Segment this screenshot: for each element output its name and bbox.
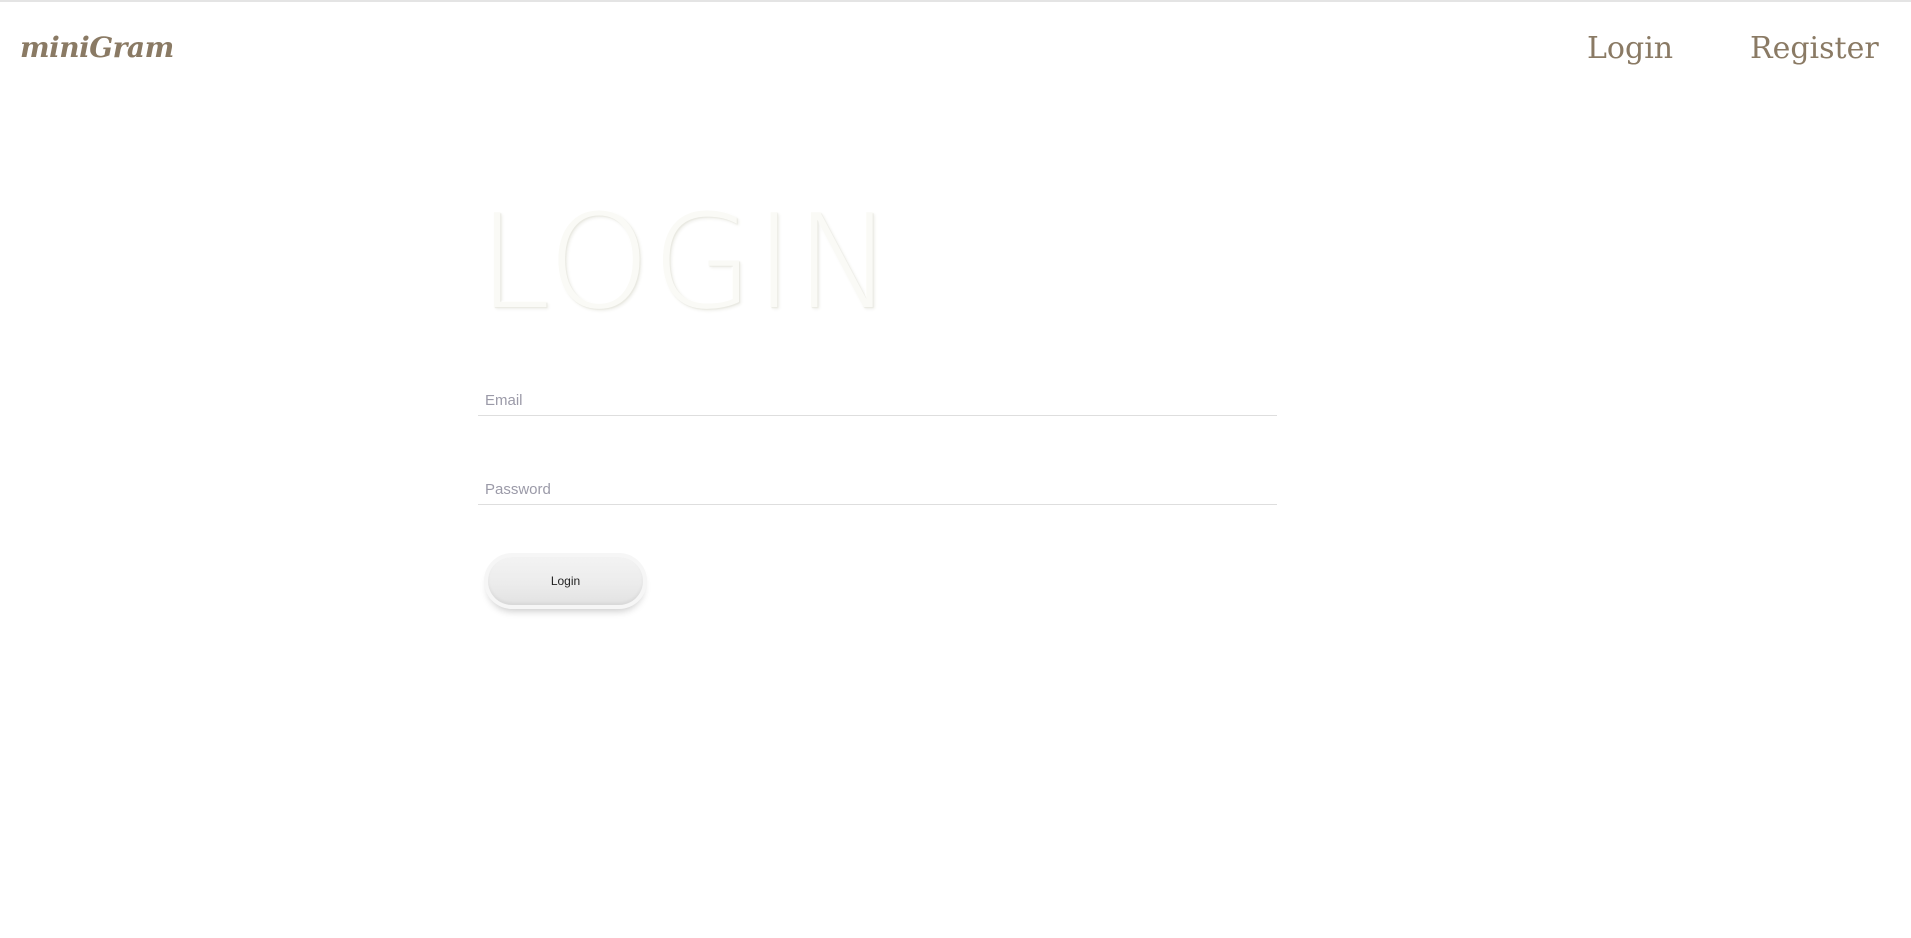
- login-button[interactable]: Login: [488, 557, 643, 605]
- email-field-wrapper: [478, 385, 1277, 416]
- password-field-wrapper: [478, 474, 1277, 505]
- nav-login-link[interactable]: Login: [1587, 31, 1673, 66]
- password-field[interactable]: [478, 474, 1277, 504]
- top-border: [0, 0, 1911, 2]
- email-field[interactable]: [478, 385, 1277, 415]
- brand-logo[interactable]: miniGram: [20, 31, 174, 64]
- nav-register-link[interactable]: Register: [1750, 31, 1879, 66]
- page-title: LOGIN: [478, 186, 895, 338]
